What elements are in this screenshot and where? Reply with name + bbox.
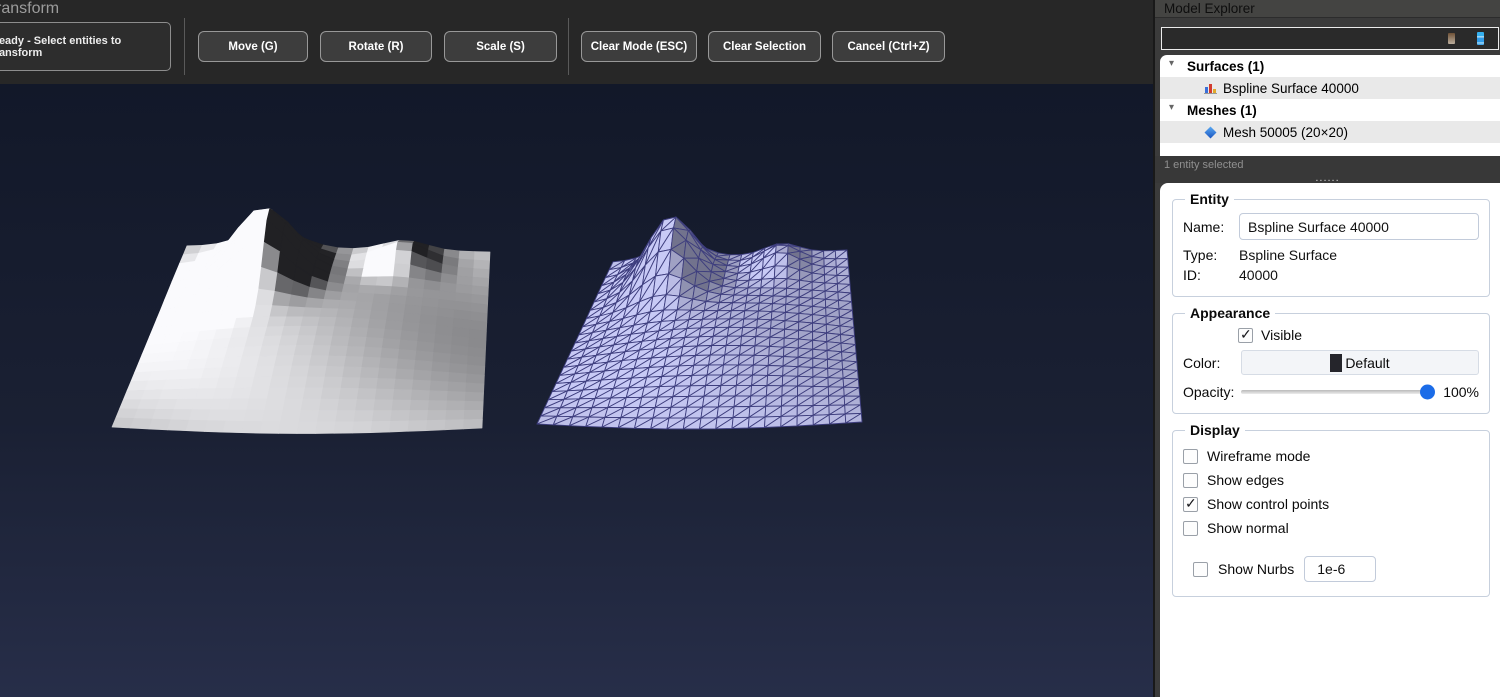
tree-group-meshes[interactable]: ▾ Meshes (1) bbox=[1160, 99, 1500, 121]
opacity-slider[interactable] bbox=[1241, 390, 1434, 394]
tree-group-label: Surfaces (1) bbox=[1187, 59, 1264, 74]
clear-selection-button[interactable]: Clear Selection bbox=[708, 31, 821, 62]
properties-panel: Entity Name: Type: Bspline Surface ID: 4… bbox=[1160, 183, 1500, 697]
application-window: ransform Ready - Select entities to tran… bbox=[0, 0, 1500, 697]
entity-group-legend: Entity bbox=[1185, 191, 1234, 207]
name-label: Name: bbox=[1183, 219, 1239, 235]
search-input[interactable] bbox=[1162, 28, 1448, 49]
opacity-label: Opacity: bbox=[1183, 384, 1241, 400]
search-box[interactable] bbox=[1161, 27, 1499, 50]
diamond-icon bbox=[1204, 126, 1217, 139]
entity-group: Entity Name: Type: Bspline Surface ID: 4… bbox=[1172, 191, 1490, 297]
tree-group-surfaces[interactable]: ▾ Surfaces (1) bbox=[1160, 55, 1500, 77]
cancel-button[interactable]: Cancel (Ctrl+Z) bbox=[832, 31, 945, 62]
entity-name-input[interactable] bbox=[1239, 213, 1479, 240]
toolbar-separator bbox=[568, 18, 569, 75]
panel-title: Model Explorer bbox=[1155, 0, 1500, 18]
status-text: Ready - Select entities to transform bbox=[0, 35, 163, 59]
entity-id-value: 40000 bbox=[1239, 267, 1278, 283]
model-explorer-panel: Model Explorer ▾ Surfaces (1) Bspline Su… bbox=[1153, 0, 1500, 697]
show-normal-checkbox[interactable] bbox=[1183, 521, 1198, 536]
opacity-value: 100% bbox=[1443, 384, 1479, 400]
type-label: Type: bbox=[1183, 247, 1239, 263]
visible-label: Visible bbox=[1261, 327, 1302, 343]
search-clear-icon[interactable] bbox=[1448, 33, 1455, 44]
tree-item-bspline-surface[interactable]: Bspline Surface 40000 bbox=[1160, 77, 1500, 99]
tree-item-label: Bspline Surface 40000 bbox=[1223, 81, 1359, 96]
selection-status-bar: 1 entity selected ...... bbox=[1155, 156, 1500, 183]
color-value: Default bbox=[1345, 355, 1389, 371]
status-box: Ready - Select entities to transform bbox=[0, 22, 171, 71]
entity-type-value: Bspline Surface bbox=[1239, 247, 1337, 263]
viewport-canvas[interactable] bbox=[0, 84, 1153, 697]
show-nurbs-checkbox[interactable] bbox=[1193, 562, 1208, 577]
display-group-legend: Display bbox=[1185, 422, 1245, 438]
show-nurbs-label: Show Nurbs bbox=[1218, 561, 1294, 577]
move-button[interactable]: Move (G) bbox=[198, 31, 308, 62]
opacity-slider-handle[interactable] bbox=[1420, 385, 1435, 400]
show-edges-checkbox[interactable] bbox=[1183, 473, 1198, 488]
appearance-group-legend: Appearance bbox=[1185, 305, 1275, 321]
color-picker-button[interactable]: Default bbox=[1241, 350, 1479, 375]
show-edges-label: Show edges bbox=[1207, 472, 1284, 488]
nurbs-tolerance-input[interactable] bbox=[1304, 556, 1376, 582]
toolbar-separator bbox=[184, 18, 185, 75]
window-title: ransform bbox=[0, 0, 59, 18]
visible-checkbox[interactable] bbox=[1238, 328, 1253, 343]
search-cursor-icon bbox=[1477, 32, 1484, 45]
transform-toolbar: ransform Ready - Select entities to tran… bbox=[0, 0, 1153, 84]
scale-button[interactable]: Scale (S) bbox=[444, 31, 557, 62]
color-swatch bbox=[1330, 354, 1342, 372]
show-control-points-label: Show control points bbox=[1207, 496, 1329, 512]
entity-tree: ▾ Surfaces (1) Bspline Surface 40000 ▾ M… bbox=[1160, 55, 1500, 156]
3d-viewport[interactable] bbox=[0, 84, 1153, 697]
show-normal-label: Show normal bbox=[1207, 520, 1289, 536]
id-label: ID: bbox=[1183, 267, 1239, 283]
color-label: Color: bbox=[1183, 355, 1241, 371]
show-control-points-checkbox[interactable] bbox=[1183, 497, 1198, 512]
tree-group-label: Meshes (1) bbox=[1187, 103, 1257, 118]
wireframe-mode-label: Wireframe mode bbox=[1207, 448, 1310, 464]
chevron-down-icon[interactable]: ▾ bbox=[1169, 58, 1174, 69]
display-group: Display Wireframe mode Show edges Show c… bbox=[1172, 422, 1490, 597]
rotate-button[interactable]: Rotate (R) bbox=[320, 31, 432, 62]
clear-mode-button[interactable]: Clear Mode (ESC) bbox=[581, 31, 697, 62]
selection-status-text: 1 entity selected bbox=[1164, 159, 1244, 171]
chevron-down-icon[interactable]: ▾ bbox=[1169, 102, 1174, 113]
tree-item-mesh[interactable]: Mesh 50005 (20×20) bbox=[1160, 121, 1500, 143]
bar-chart-icon bbox=[1204, 82, 1217, 94]
tree-item-label: Mesh 50005 (20×20) bbox=[1223, 125, 1348, 140]
wireframe-mode-checkbox[interactable] bbox=[1183, 449, 1198, 464]
appearance-group: Appearance Visible Color: Default Opacit… bbox=[1172, 305, 1490, 414]
